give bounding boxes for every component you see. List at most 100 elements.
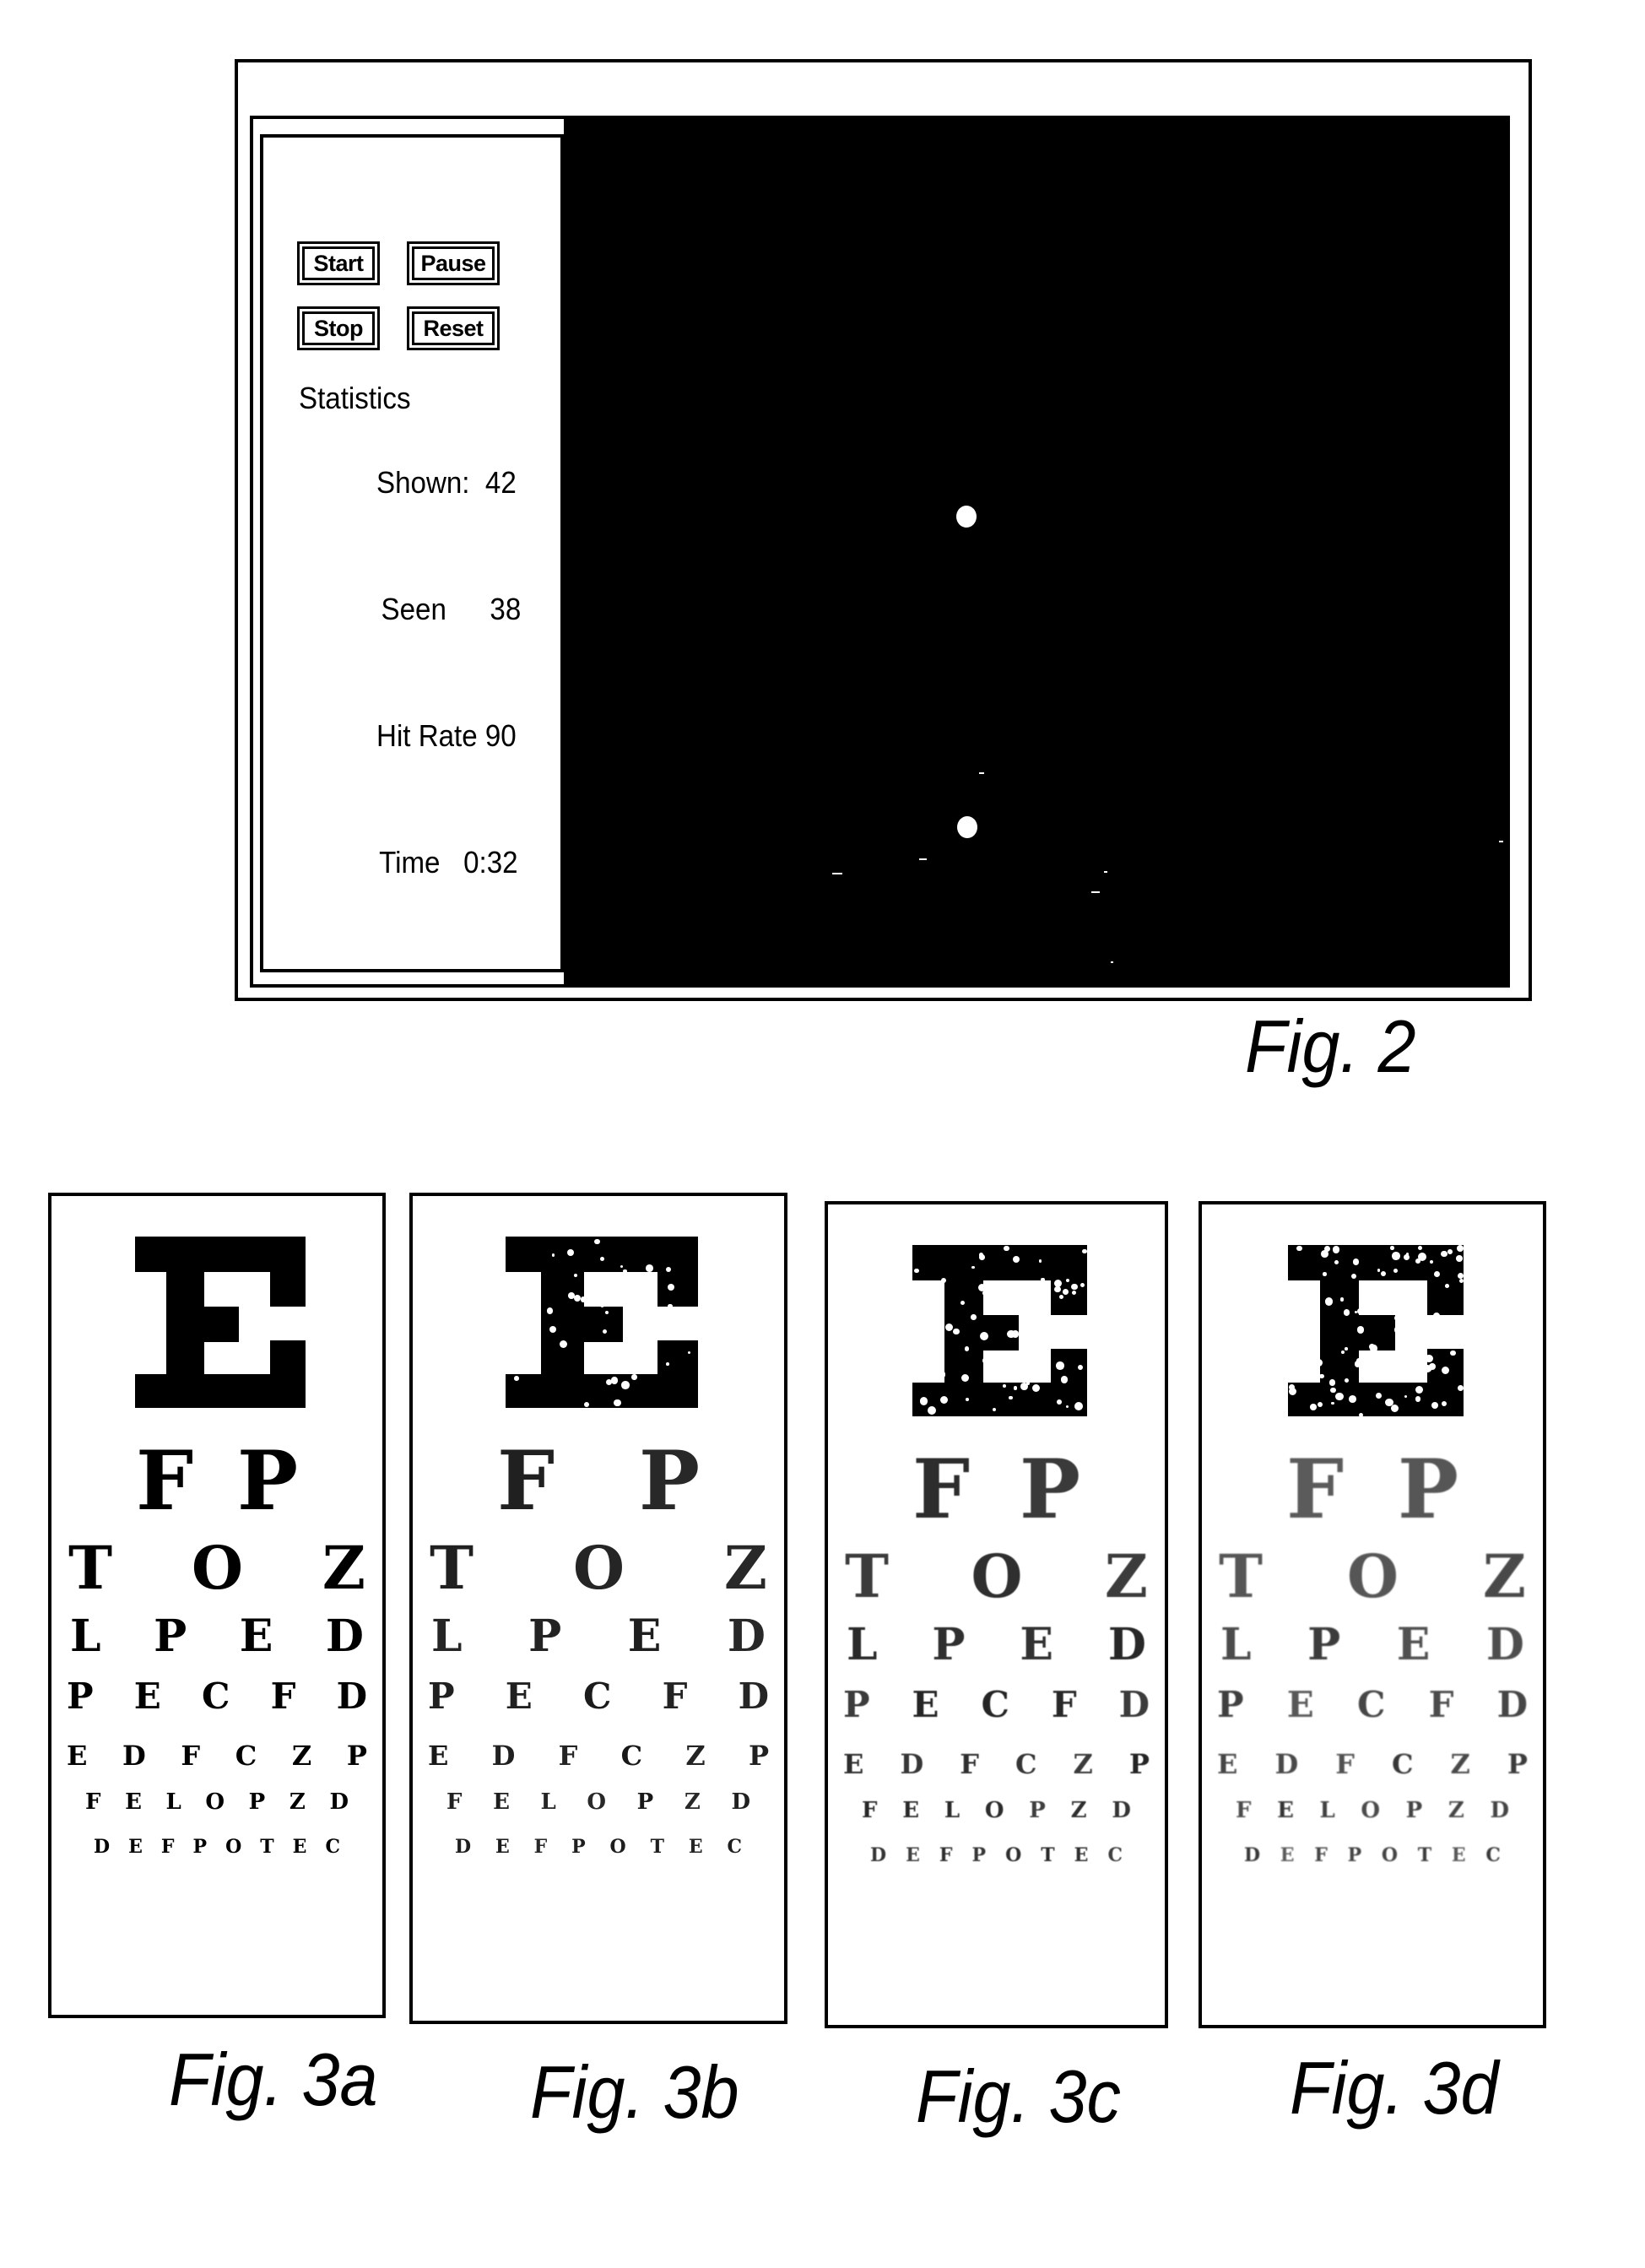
chart-letter-Z: Z (291, 1740, 312, 1772)
chart-letter-D: D (1112, 1798, 1131, 1823)
chart-letter-F: F (939, 1844, 953, 1866)
chart-letter-D: D (1485, 1619, 1524, 1670)
chart-letter-E: E (627, 1610, 662, 1662)
chart-letter-L: L (431, 1610, 463, 1662)
stat-time: Time 0:32 (299, 799, 521, 926)
chart-letter-F: F (862, 1798, 878, 1823)
reset-button-label: Reset (412, 311, 495, 345)
chart-letter-T: T (1041, 1844, 1055, 1866)
chart-letter-Z: Z (1450, 1748, 1470, 1780)
chart-letter-C: C (201, 1675, 230, 1717)
chart-letter-O: O (1381, 1844, 1399, 1866)
noise-speck (1499, 841, 1503, 842)
fixation-dot (957, 816, 977, 838)
chart-row-5: PECFD (1202, 1687, 1543, 1723)
noise-speck (832, 873, 842, 874)
stat-seen-value: 38 (490, 592, 522, 626)
chart-letter-E (912, 1245, 1090, 1416)
chart-letter-E: E (505, 1675, 533, 1717)
chart-letter-P: P (1217, 1684, 1244, 1725)
chart-letter-F: F (497, 1433, 555, 1529)
noise-speck (979, 772, 984, 774)
chart-letter-P: P (1507, 1748, 1528, 1780)
stimulus-dot (956, 506, 977, 528)
chart-letter-P: P (192, 1836, 208, 1858)
chart-letter-L: L (1319, 1798, 1335, 1823)
chart-row-5: PECFD (828, 1687, 1165, 1723)
pause-button-label: Pause (412, 246, 495, 280)
chart-letter-P: P (971, 1844, 987, 1866)
reset-button[interactable]: Reset (407, 306, 500, 350)
fig-3d-caption: Fig. 3d (1290, 2046, 1499, 2130)
chart-letter-Z: Z (723, 1533, 767, 1603)
chart-letter-F: F (1335, 1748, 1355, 1780)
pause-button[interactable]: Pause (407, 241, 500, 285)
stat-shown-value: 42 (484, 465, 517, 500)
chart-letter-C: C (1392, 1748, 1414, 1780)
noise-speck (1104, 871, 1107, 873)
chart-row-6: EDFCZP (828, 1751, 1165, 1778)
chart-letter-F: F (558, 1740, 578, 1772)
chart-letter-D: D (1496, 1684, 1528, 1725)
chart-letter-P: P (1128, 1748, 1150, 1780)
chart-letter-Z: Z (322, 1533, 365, 1603)
chart-letter-T: T (430, 1533, 474, 1603)
chart-row-6: EDFCZP (51, 1742, 382, 1769)
stat-hit-rate-label: Hit Rate (376, 718, 478, 753)
chart-row-6: EDFCZP (413, 1742, 784, 1769)
chart-letter-O: O (573, 1533, 625, 1603)
chart-row-8: DEFPOTEC (1202, 1846, 1543, 1865)
chart-letter-E: E (906, 1844, 920, 1866)
chart-letter-T: T (650, 1836, 664, 1858)
chart-letter-E: E (1451, 1844, 1466, 1866)
chart-row-3: TOZ (828, 1547, 1165, 1606)
chart-letter-P: P (1405, 1798, 1423, 1823)
chart-letter-L: L (1220, 1619, 1252, 1670)
chart-letter-O: O (971, 1541, 1023, 1611)
chart-letter-D: D (900, 1748, 924, 1780)
noise-speck (919, 858, 927, 860)
noise-speck (1091, 891, 1100, 893)
chart-letter-E: E (428, 1740, 449, 1772)
chart-row-3: TOZ (51, 1539, 382, 1598)
chart-letter-L: L (540, 1789, 556, 1815)
chart-letter-F: F (181, 1740, 201, 1772)
chart-letter-P: P (67, 1675, 94, 1717)
chart-letter-D: D (1490, 1798, 1509, 1823)
chart-letter-F: F (136, 1433, 194, 1529)
chart-letter-T: T (1417, 1844, 1432, 1866)
chart-letter-D: D (94, 1836, 111, 1858)
chart-letter-C: C (325, 1836, 340, 1858)
chart-letter-D: D (455, 1836, 472, 1858)
stat-time-label: Time (379, 845, 441, 880)
start-button[interactable]: Start (297, 241, 380, 285)
chart-letter-P: P (1347, 1844, 1362, 1866)
chart-row-2: FP (828, 1449, 1165, 1530)
stop-button[interactable]: Stop (297, 306, 380, 350)
chart-letter-O: O (205, 1789, 225, 1815)
chart-letter-E: E (128, 1836, 143, 1858)
chart-letter-P: P (346, 1740, 367, 1772)
chart-letter-E: E (1280, 1844, 1295, 1866)
chart-row-3: TOZ (413, 1539, 784, 1598)
chart-letter-C: C (981, 1684, 1009, 1725)
chart-letter-E: E (1286, 1684, 1314, 1725)
chart-letter-C: C (1015, 1748, 1037, 1780)
statistics-heading: Statistics (299, 381, 411, 415)
chart-letter-C: C (582, 1675, 612, 1717)
control-panel: Start Pause Stop Reset Statistics Shown:… (260, 134, 564, 972)
stimulus-display[interactable] (564, 117, 1510, 988)
chart-letter-P: P (932, 1619, 966, 1670)
eye-chart-c: FPTOZLPEDPECFDEDFCZPFELOPZDDEFPOTEC (825, 1201, 1168, 2028)
chart-letter-E: E (1277, 1798, 1294, 1823)
chart-row-7: FELOPZD (828, 1800, 1165, 1821)
chart-letter-Z: Z (289, 1789, 306, 1815)
stat-hit-rate: Hit Rate 90 (299, 673, 521, 799)
chart-letter-E: E (133, 1675, 161, 1717)
chart-letter-D: D (870, 1844, 887, 1866)
chart-letter-O: O (1361, 1798, 1381, 1823)
chart-row-2: FP (1202, 1449, 1543, 1530)
fig-3b-caption: Fig. 3b (530, 2050, 739, 2134)
chart-letter-F: F (1286, 1442, 1345, 1537)
stat-shown-label: Shown: (376, 465, 470, 500)
